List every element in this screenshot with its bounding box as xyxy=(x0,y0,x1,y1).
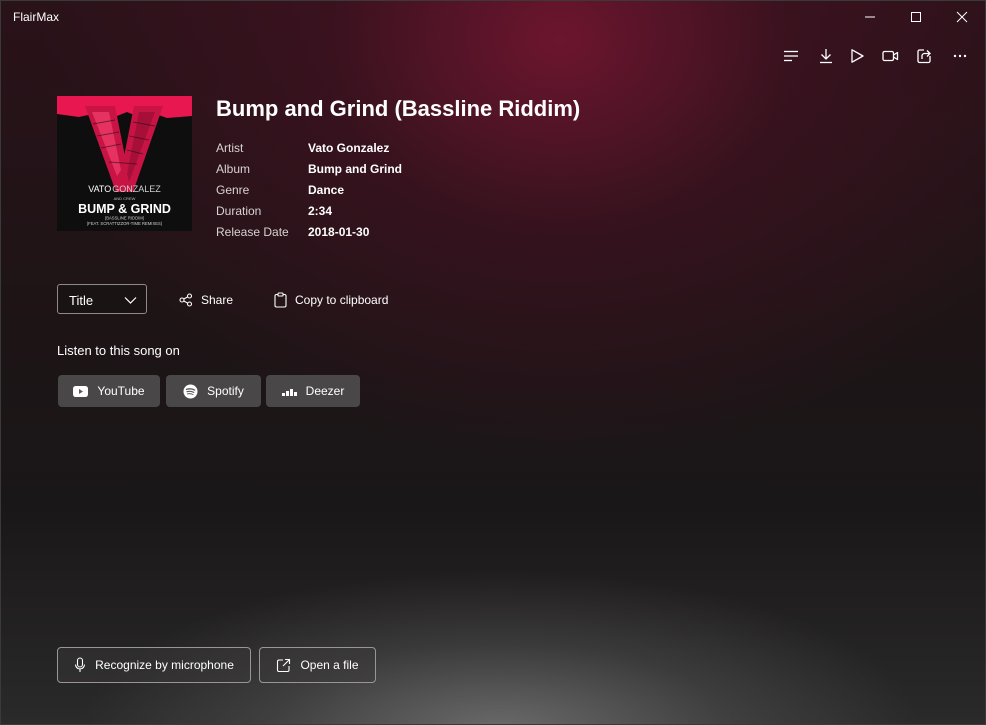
share-label: Share xyxy=(201,293,234,307)
metadata-value: Vato Gonzalez xyxy=(308,140,390,155)
share-icon xyxy=(179,293,193,307)
metadata-label: Duration xyxy=(216,203,262,218)
metadata-label: Album xyxy=(216,161,251,176)
metadata-row-release-date: Release Date 2018-01-30 xyxy=(216,221,402,242)
play-button[interactable] xyxy=(843,43,871,69)
spotify-button[interactable]: Spotify xyxy=(166,375,261,407)
copy-field-select[interactable]: Title xyxy=(57,284,147,314)
open-file-label: Open a file xyxy=(300,658,359,672)
copy-label: Copy to clipboard xyxy=(295,293,389,307)
metadata-value: Dance xyxy=(308,182,345,197)
metadata-label: Genre xyxy=(216,182,250,197)
recognize-by-microphone-button[interactable]: Recognize by microphone xyxy=(57,647,251,683)
download-icon xyxy=(820,49,832,64)
metadata-row-genre: Genre Dance xyxy=(216,179,402,200)
share-external-icon xyxy=(917,49,931,64)
download-button[interactable] xyxy=(812,43,840,69)
service-label: YouTube xyxy=(97,384,145,398)
open-file-button[interactable]: Open a file xyxy=(259,647,376,683)
service-label: Spotify xyxy=(207,384,244,398)
cover-title-text: BUMP & GRIND xyxy=(78,202,171,216)
more-icon xyxy=(953,54,967,58)
copy-to-clipboard-button[interactable]: Copy to clipboard xyxy=(274,290,388,310)
queue-button[interactable] xyxy=(777,43,805,69)
video-icon xyxy=(881,50,898,62)
app-window: FlairMax VATOGONZALEZ AND CREW BUMP & GR… xyxy=(0,0,986,725)
microphone-icon xyxy=(75,657,86,672)
open-external-icon xyxy=(277,658,291,672)
metadata-label: Release Date xyxy=(216,224,289,239)
deezer-button[interactable]: Deezer xyxy=(266,375,360,407)
maximize-button[interactable] xyxy=(893,0,939,34)
video-button[interactable] xyxy=(876,43,904,69)
album-cover: VATOGONZALEZ AND CREW BUMP & GRIND (BASS… xyxy=(57,96,192,231)
cover-presents-text: AND CREW xyxy=(114,196,136,201)
metadata-value: Bump and Grind xyxy=(308,161,402,176)
close-button[interactable] xyxy=(939,0,985,34)
cover-artist-text: VATOGONZALEZ xyxy=(88,184,161,194)
metadata-row-duration: Duration 2:34 xyxy=(216,200,402,221)
more-button[interactable] xyxy=(946,43,974,69)
clipboard-icon xyxy=(274,292,287,308)
title-bar: FlairMax xyxy=(0,0,986,34)
select-value: Title xyxy=(69,293,94,308)
play-icon xyxy=(851,49,864,63)
listen-heading: Listen to this song on xyxy=(57,343,180,358)
song-title: Bump and Grind (Bassline Riddim) xyxy=(216,96,581,121)
youtube-button[interactable]: YouTube xyxy=(58,375,160,407)
metadata-label: Artist xyxy=(216,140,244,155)
deezer-icon xyxy=(281,389,297,396)
chevron-down-icon xyxy=(124,297,137,304)
cover-subtitle-2: (FEAT. SCRATTIZZOR-TIME REMIXES) xyxy=(87,221,163,226)
metadata-value: 2:34 xyxy=(308,203,333,218)
minimize-button[interactable] xyxy=(847,0,893,34)
close-icon xyxy=(956,11,968,23)
maximize-icon xyxy=(911,12,921,22)
youtube-icon xyxy=(73,385,89,397)
metadata-row-album: Album Bump and Grind xyxy=(216,158,402,179)
spotify-icon xyxy=(183,384,198,398)
recognize-label: Recognize by microphone xyxy=(95,658,234,672)
service-label: Deezer xyxy=(305,384,345,398)
metadata-row-artist: Artist Vato Gonzalez xyxy=(216,137,402,158)
share-button[interactable]: Share xyxy=(179,290,233,310)
metadata-value: 2018-01-30 xyxy=(308,224,370,239)
album-art-image: VATOGONZALEZ AND CREW BUMP & GRIND (BASS… xyxy=(57,96,192,231)
cover-subtitle-1: (BASSLINE RIDDIM) xyxy=(105,216,145,221)
song-metadata: Artist Vato Gonzalez Album Bump and Grin… xyxy=(216,137,402,242)
list-icon xyxy=(784,50,798,62)
app-title: FlairMax xyxy=(13,10,60,24)
minimize-icon xyxy=(865,16,875,18)
share-external-button[interactable] xyxy=(910,43,938,69)
